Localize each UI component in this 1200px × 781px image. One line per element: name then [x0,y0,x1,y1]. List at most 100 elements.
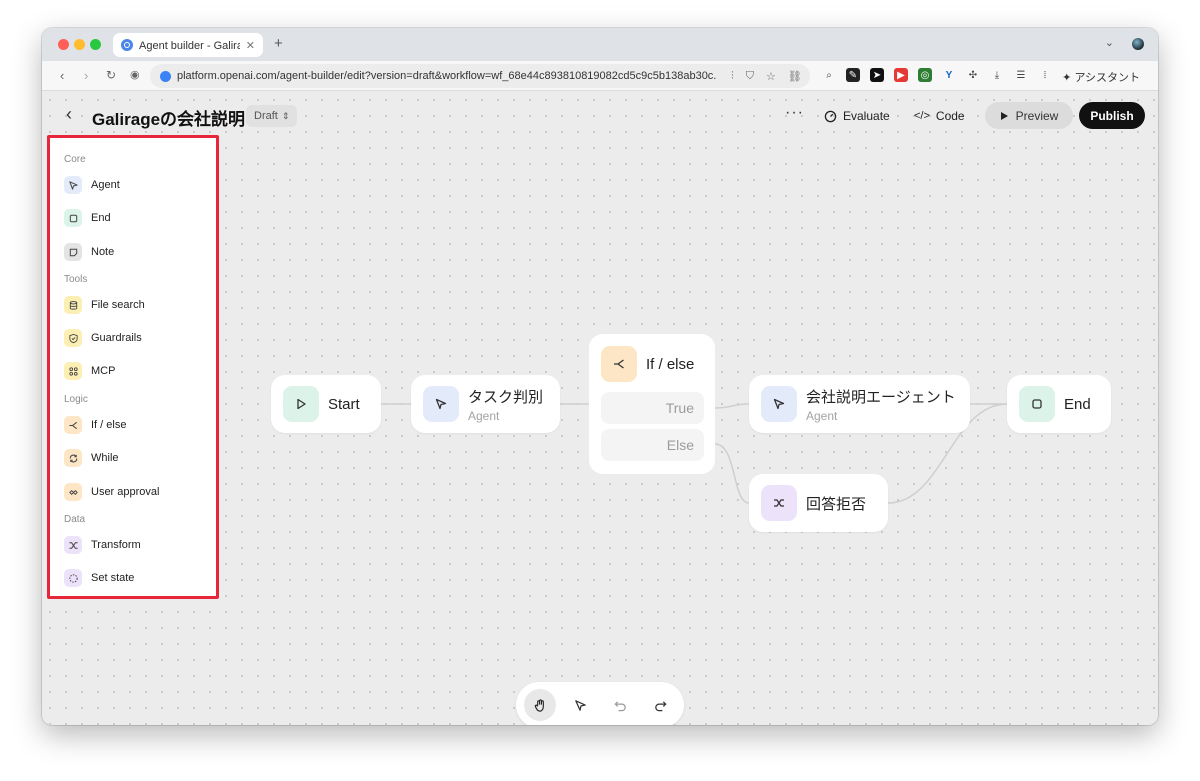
audio-wave-icon[interactable]: ⦙ [1038,68,1052,82]
reload-icon[interactable]: ↻ [106,68,116,82]
profile-avatar[interactable] [1132,38,1144,50]
assistant-button[interactable]: ✦ アシスタント [1062,69,1140,85]
palette-item-transform[interactable]: Transform [64,534,141,556]
assistant-label: アシスタント [1074,72,1140,84]
link-icon[interactable]: ⛓ [788,70,802,83]
node-palette: Core Agent End Note Tools File search Gu… [47,135,219,599]
palette-item-while[interactable]: While [64,447,119,469]
browser-window: Agent builder - Galirageの会 ✕ + ⌄ ‹ › ↻ ◉… [42,28,1158,725]
gauge-icon [824,110,837,122]
palette-item-note[interactable]: Note [64,241,114,263]
edge-else-refuse [714,443,750,504]
node-title: End [1064,395,1091,413]
download-icon[interactable]: ⤓ [990,68,1004,82]
node-end[interactable]: End [1007,375,1111,433]
canvas-toolbar [516,682,684,725]
site-info-icon[interactable] [160,70,171,82]
workflow-title[interactable]: Galirageの会社説明 [92,105,245,130]
code-button[interactable]: </> Code [914,104,965,128]
zoom-extension-icon[interactable]: ⌕ [822,68,836,82]
palette-item-mcp[interactable]: MCP [64,360,115,382]
agent-builder-canvas[interactable]: ‹ Galirageの会社説明 Draft ⇕ ··· Evaluate </>… [42,92,1158,725]
node-title: タスク判別 [468,388,544,406]
play-icon [283,386,319,422]
undo-icon [613,700,626,711]
node-subtitle: Agent [468,408,500,423]
node-start[interactable]: Start [271,375,381,433]
palette-item-user-approval[interactable]: User approval [64,481,159,503]
assistant-icon: ✦ [1062,72,1072,84]
shield-icon[interactable]: ⛉ [746,70,754,83]
palette-item-label: While [91,452,119,464]
palette-item-agent[interactable]: Agent [64,174,120,196]
menu-lines-icon[interactable]: ☰ [1014,68,1028,82]
evaluate-button[interactable]: Evaluate [824,104,890,128]
palette-item-end[interactable]: End [64,207,111,229]
branch-else[interactable]: Else [601,429,704,461]
branch-true[interactable]: True [601,392,704,424]
send-extension-icon[interactable]: ➤ [870,68,884,82]
palette-item-label: End [91,212,111,224]
y-extension-icon[interactable]: Y [942,68,956,82]
evaluate-label: Evaluate [843,109,890,123]
select-pointer-button[interactable] [564,689,596,721]
agent-icon [64,176,82,194]
address-bar[interactable]: platform.openai.com/agent-builder/edit?v… [150,64,810,88]
redo-icon [654,700,667,711]
pen-extension-icon[interactable]: ✎ [846,68,860,82]
palette-item-file-search[interactable]: File search [64,294,145,316]
palette-item-if-else[interactable]: If / else [64,414,126,436]
version-selector[interactable]: Draft ⇕ [246,105,298,127]
node-title: If / else [646,355,695,373]
publish-button[interactable]: Publish [1079,102,1145,129]
node-if-else[interactable]: If / else True Else [589,334,715,474]
palette-item-set-state[interactable]: Set state [64,567,134,589]
set-state-icon [64,569,82,587]
palette-item-label: Set state [91,572,135,584]
end-icon [64,209,82,227]
palette-item-label: If / else [91,419,127,431]
palette-section-data: Data [64,514,86,525]
new-tab-button[interactable]: + [274,35,283,52]
node-title: Start [328,395,360,413]
reader-icon[interactable]: ⫶ [731,70,734,83]
node-refuse-answer[interactable]: 回答拒否 [749,474,888,532]
node-title: 会社説明エージェント [806,388,956,406]
node-subtitle: Agent [806,408,838,423]
node-company-agent[interactable]: 会社説明エージェント Agent [749,375,970,433]
redo-button[interactable] [644,689,676,721]
palette-section-logic: Logic [64,394,88,405]
pan-hand-button[interactable] [524,689,556,721]
back-nav-icon[interactable]: ‹ [60,68,64,83]
close-window-button[interactable] [58,39,69,50]
bookmark-star-icon[interactable]: ☆ [766,70,776,83]
draft-label: Draft [254,110,278,122]
more-options-icon[interactable]: ··· [785,104,804,122]
maximize-window-button[interactable] [90,39,101,50]
video-extension-icon[interactable]: ▶ [894,68,908,82]
palette-item-label: File search [91,299,145,311]
node-task-classifier[interactable]: タスク判別 Agent [411,375,560,433]
close-tab-icon[interactable]: ✕ [246,39,255,52]
tab-list-chevron-icon[interactable]: ⌄ [1105,36,1114,49]
preview-label: Preview [1015,108,1059,123]
forward-nav-icon[interactable]: › [84,68,88,83]
end-icon [1019,386,1055,422]
palette-item-label: Agent [91,179,120,191]
transform-icon [64,536,82,554]
minimize-window-button[interactable] [74,39,85,50]
microphone-icon[interactable]: ◉ [130,68,140,81]
url-text[interactable]: platform.openai.com/agent-builder/edit?v… [177,70,717,82]
agent-icon [761,386,797,422]
puzzle-extension-icon[interactable]: ✣ [966,68,980,82]
favicon-icon [121,39,133,51]
target-extension-icon[interactable]: ◎ [918,68,932,82]
palette-item-guardrails[interactable]: Guardrails [64,327,142,349]
back-arrow-icon[interactable]: ‹ [66,104,72,125]
undo-button[interactable] [604,689,636,721]
tab-bar: Agent builder - Galirageの会 ✕ + ⌄ [42,28,1158,61]
browser-tab[interactable]: Agent builder - Galirageの会 ✕ [113,33,263,57]
pointer-icon [574,699,586,711]
preview-button[interactable]: Preview [985,102,1073,129]
mcp-icon [64,362,82,380]
